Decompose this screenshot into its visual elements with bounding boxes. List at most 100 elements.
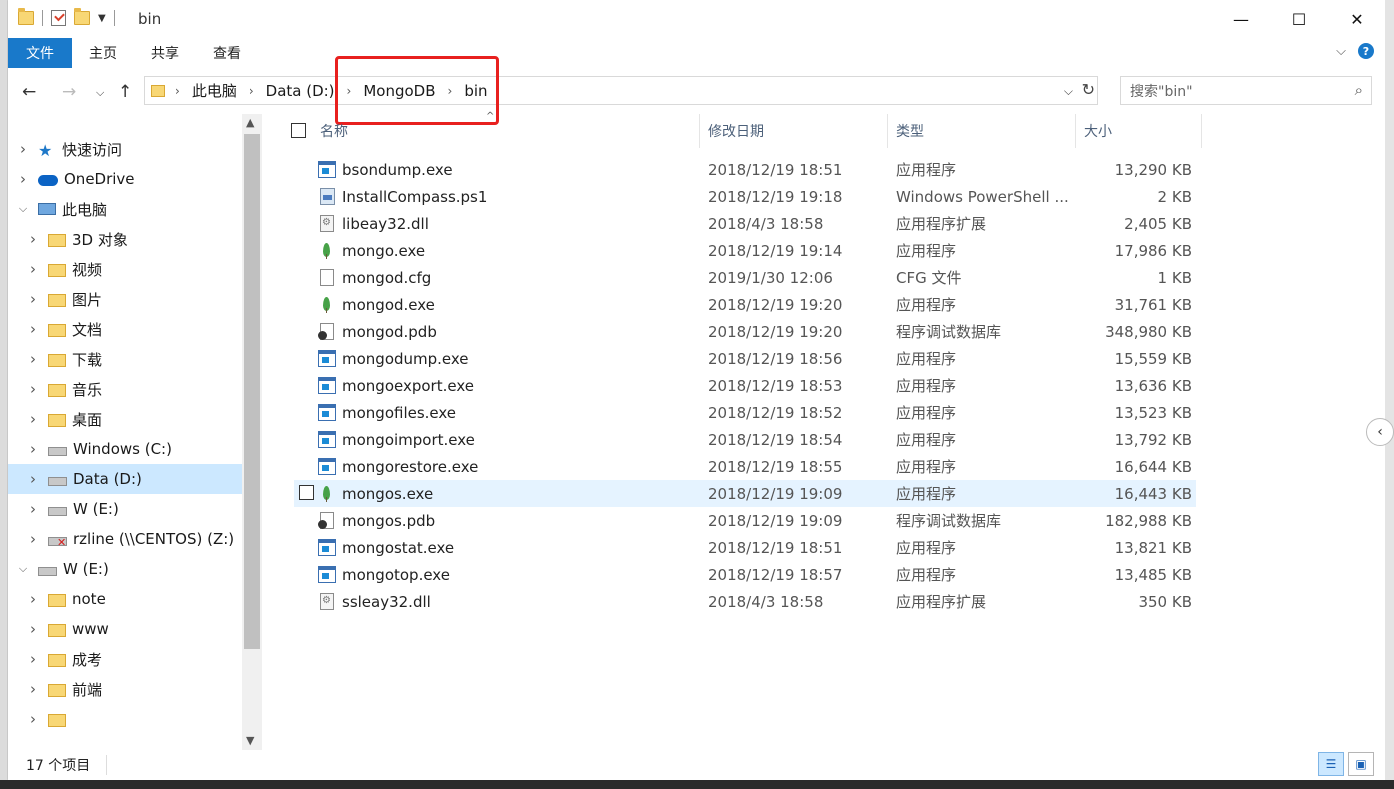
breadcrumb-this-pc[interactable]: 此电脑 bbox=[192, 80, 237, 101]
chevron-down-icon[interactable]: ⌵ bbox=[16, 562, 30, 576]
chevron-right-icon[interactable]: › bbox=[26, 680, 40, 698]
address-dropdown-icon[interactable]: ⌵ bbox=[1064, 84, 1073, 99]
nav-scrollbar[interactable]: ▲ ▼ bbox=[242, 114, 262, 750]
large-icons-view-icon[interactable]: ▣ bbox=[1348, 752, 1374, 776]
select-all-checkbox[interactable] bbox=[291, 123, 306, 138]
sidebar-item[interactable]: › 音乐 bbox=[8, 374, 242, 404]
column-header-name[interactable]: 名称 bbox=[312, 114, 700, 148]
chevron-right-icon[interactable]: › bbox=[26, 650, 40, 668]
file-row[interactable]: mongod.cfg 2019/1/30 12:06 CFG 文件 1 KB bbox=[294, 264, 1196, 291]
breadcrumb-data-drive[interactable]: Data (D:) bbox=[266, 82, 335, 100]
chevron-right-icon[interactable]: › bbox=[26, 350, 40, 368]
sidebar-item[interactable]: › 文档 bbox=[8, 314, 242, 344]
minimize-button[interactable]: — bbox=[1212, 0, 1270, 38]
sidebar-item[interactable]: › note bbox=[8, 584, 242, 614]
column-header-date[interactable]: 修改日期 bbox=[700, 114, 888, 148]
tab-home[interactable]: 主页 bbox=[72, 38, 134, 68]
details-view-icon[interactable]: ☰ bbox=[1318, 752, 1344, 776]
file-date-modified: 2018/12/19 18:55 bbox=[708, 457, 843, 476]
refresh-icon[interactable]: ↻ bbox=[1082, 80, 1095, 99]
sidebar-item[interactable]: › W (E:) bbox=[8, 494, 242, 524]
file-row[interactable]: libeay32.dll 2018/4/3 18:58 应用程序扩展 2,405 KB bbox=[294, 210, 1196, 237]
file-list: ^ 名称 修改日期 类型 大小 bsondump.exe 2018/12/19 1… bbox=[264, 111, 1384, 750]
file-row[interactable]: mongoimport.exe 2018/12/19 18:54 应用程序 13,79… bbox=[294, 426, 1196, 453]
chevron-right-icon[interactable]: › bbox=[26, 260, 40, 278]
column-header-type[interactable]: 类型 bbox=[888, 114, 1076, 148]
sidebar-item[interactable]: › 前端 bbox=[8, 674, 242, 704]
file-row[interactable]: bsondump.exe 2018/12/19 18:51 应用程序 13,290 K… bbox=[294, 156, 1196, 183]
help-icon[interactable]: ? bbox=[1358, 43, 1374, 59]
file-row[interactable]: InstallCompass.ps1 2018/12/19 19:18 Window… bbox=[294, 183, 1196, 210]
nav-scrollbar-thumb[interactable] bbox=[244, 134, 260, 649]
sidebar-item[interactable]: › 成考 bbox=[8, 644, 242, 674]
search-input-placeholder[interactable]: 搜索"bin" bbox=[1130, 81, 1193, 101]
chevron-right-icon[interactable]: › bbox=[26, 590, 40, 608]
file-row[interactable]: mongos.exe 2018/12/19 19:09 应用程序 16,443 KB bbox=[294, 480, 1196, 507]
file-row[interactable]: mongod.exe 2018/12/19 19:20 应用程序 31,761 KB bbox=[294, 291, 1196, 318]
tab-view[interactable]: 查看 bbox=[196, 38, 258, 68]
chevron-right-icon[interactable]: › bbox=[26, 440, 40, 458]
tab-share[interactable]: 共享 bbox=[134, 38, 196, 68]
file-row[interactable]: mongodump.exe 2018/12/19 18:56 应用程序 15,559 … bbox=[294, 345, 1196, 372]
chevron-right-icon[interactable]: › bbox=[26, 500, 40, 518]
sidebar-item[interactable]: › 视频 bbox=[8, 254, 242, 284]
tab-file[interactable]: 文件 bbox=[8, 38, 72, 68]
chevron-right-icon[interactable]: › bbox=[26, 320, 40, 338]
chevron-right-icon[interactable]: › bbox=[26, 380, 40, 398]
file-row[interactable]: mongorestore.exe 2018/12/19 18:55 应用程序 16,6… bbox=[294, 453, 1196, 480]
sidebar-item[interactable]: › 图片 bbox=[8, 284, 242, 314]
close-button[interactable]: ✕ bbox=[1328, 0, 1386, 38]
chevron-right-icon[interactable]: › bbox=[26, 620, 40, 638]
chevron-right-icon[interactable]: › bbox=[26, 410, 40, 428]
recent-locations-chevron-icon[interactable]: ⌵ bbox=[96, 86, 104, 100]
file-row[interactable]: mongotop.exe 2018/12/19 18:57 应用程序 13,485 K… bbox=[294, 561, 1196, 588]
properties-icon[interactable] bbox=[51, 10, 66, 26]
sidebar-item[interactable]: › www bbox=[8, 614, 242, 644]
address-bar[interactable]: › 此电脑 › Data (D:) › MongoDB › bin ⌵ ↻ bbox=[144, 76, 1098, 105]
sidebar-item[interactable]: › rzline (\\CENTOS) (Z:) bbox=[8, 524, 242, 554]
search-icon[interactable]: ⌕ bbox=[1355, 81, 1363, 99]
file-row[interactable]: mongod.pdb 2018/12/19 19:20 程序调试数据库 348,980… bbox=[294, 318, 1196, 345]
scroll-up-icon[interactable]: ▲ bbox=[246, 116, 254, 129]
expand-ribbon-chevron-icon[interactable]: ⌵ bbox=[1336, 44, 1346, 59]
application-icon bbox=[318, 566, 336, 583]
sidebar-item[interactable]: › bbox=[8, 704, 242, 734]
sidebar-item[interactable]: › 桌面 bbox=[8, 404, 242, 434]
forward-arrow-icon[interactable]: → bbox=[62, 82, 76, 102]
chevron-down-icon[interactable]: ⌵ bbox=[16, 202, 30, 216]
customize-toolbar-dropdown-icon[interactable]: ▼ bbox=[98, 13, 106, 24]
new-folder-icon[interactable] bbox=[74, 8, 90, 25]
sidebar-item[interactable]: › OneDrive bbox=[8, 164, 242, 194]
chevron-right-icon[interactable]: › bbox=[16, 140, 30, 158]
sidebar-item-label: 3D 对象 bbox=[72, 230, 128, 249]
maximize-button[interactable]: ☐ bbox=[1270, 0, 1328, 38]
chevron-right-icon[interactable]: › bbox=[249, 84, 254, 98]
sidebar-item[interactable]: › Windows (C:) bbox=[8, 434, 242, 464]
column-header-size[interactable]: 大小 bbox=[1076, 114, 1202, 148]
file-row[interactable]: ssleay32.dll 2018/4/3 18:58 应用程序扩展 350 KB bbox=[294, 588, 1196, 615]
file-row[interactable]: mongostat.exe 2018/12/19 18:51 应用程序 13,821 … bbox=[294, 534, 1196, 561]
file-row[interactable]: mongoexport.exe 2018/12/19 18:53 应用程序 13,63… bbox=[294, 372, 1196, 399]
file-row[interactable]: mongo.exe 2018/12/19 19:14 应用程序 17,986 KB bbox=[294, 237, 1196, 264]
chevron-right-icon[interactable]: › bbox=[16, 170, 30, 188]
sidebar-item[interactable]: › 3D 对象 bbox=[8, 224, 242, 254]
back-arrow-icon[interactable]: ← bbox=[22, 82, 36, 102]
chevron-right-icon[interactable]: › bbox=[26, 530, 40, 548]
chevron-right-icon[interactable]: › bbox=[26, 230, 40, 248]
file-row[interactable]: mongos.pdb 2018/12/19 19:09 程序调试数据库 182,988… bbox=[294, 507, 1196, 534]
sidebar-item[interactable]: › ★ 快速访问 bbox=[8, 134, 242, 164]
chevron-right-icon[interactable]: › bbox=[26, 710, 40, 728]
sidebar-item[interactable]: ⌵ 此电脑 bbox=[8, 194, 242, 224]
up-arrow-icon[interactable]: ↑ bbox=[118, 82, 132, 102]
sidebar-item[interactable]: ⌵ W (E:) bbox=[8, 554, 242, 584]
chevron-right-icon[interactable]: › bbox=[175, 84, 180, 98]
collapse-chevron-icon[interactable]: ‹ bbox=[1366, 418, 1394, 446]
chevron-right-icon[interactable]: › bbox=[26, 470, 40, 488]
file-row[interactable]: mongofiles.exe 2018/12/19 18:52 应用程序 13,523… bbox=[294, 399, 1196, 426]
sidebar-item[interactable]: › Data (D:) bbox=[8, 464, 242, 494]
chevron-right-icon[interactable]: › bbox=[26, 290, 40, 308]
row-checkbox[interactable] bbox=[299, 485, 314, 500]
sidebar-item[interactable]: › 下载 bbox=[8, 344, 242, 374]
scroll-down-icon[interactable]: ▼ bbox=[246, 734, 254, 747]
search-box[interactable]: 搜索"bin" ⌕ bbox=[1120, 76, 1372, 105]
